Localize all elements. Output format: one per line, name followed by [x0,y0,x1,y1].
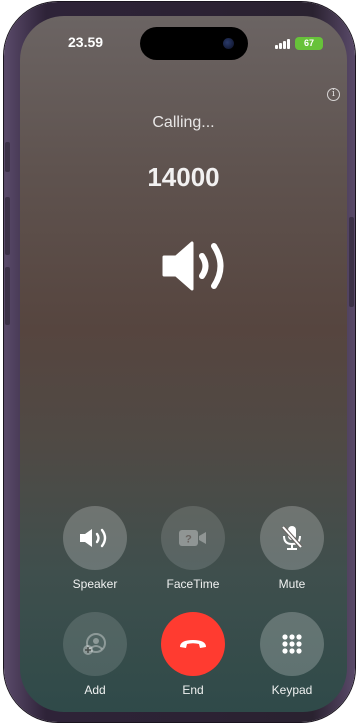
dynamic-island [140,27,248,60]
action-button [5,142,10,172]
call-screen: 23.59 67 i Calling... 14000 Speaker ? Fa… [20,16,347,712]
mic-slash-icon [260,506,324,570]
keypad-label: Keypad [271,683,313,697]
phone-down-icon [161,612,225,676]
keypad-button[interactable]: Keypad [259,612,325,697]
facetime-label: FaceTime [166,577,220,591]
add-person-icon [63,612,127,676]
volume-up-button [5,197,10,255]
speaker-icon [63,506,127,570]
speaker-label: Speaker [72,577,118,591]
end-label: End [182,683,204,697]
info-icon[interactable]: i [327,88,340,101]
signal-icon [275,38,290,49]
mute-button[interactable]: Mute [259,506,325,591]
speaker-icon [162,238,242,299]
volume-down-button [5,267,10,325]
phone-frame: 23.59 67 i Calling... 14000 Speaker ? Fa… [4,2,355,722]
speaker-button[interactable]: Speaker [62,506,128,591]
status-time: 23.59 [68,34,104,50]
keypad-icon [260,612,324,676]
front-camera [223,38,234,49]
call-status: Calling... [152,114,215,131]
status-icons: 67 [275,37,323,50]
battery-indicator: 67 [295,37,323,50]
caller-number: 14000 [147,162,220,192]
end-call-button[interactable]: End [160,612,226,697]
add-label: Add [84,683,106,697]
add-call-button[interactable]: Add [62,612,128,697]
facetime-video-icon: ? [161,506,225,570]
svg-text:?: ? [185,534,192,546]
mute-label: Mute [278,577,306,591]
facetime-button[interactable]: ? FaceTime [160,506,226,591]
power-button [349,217,354,307]
